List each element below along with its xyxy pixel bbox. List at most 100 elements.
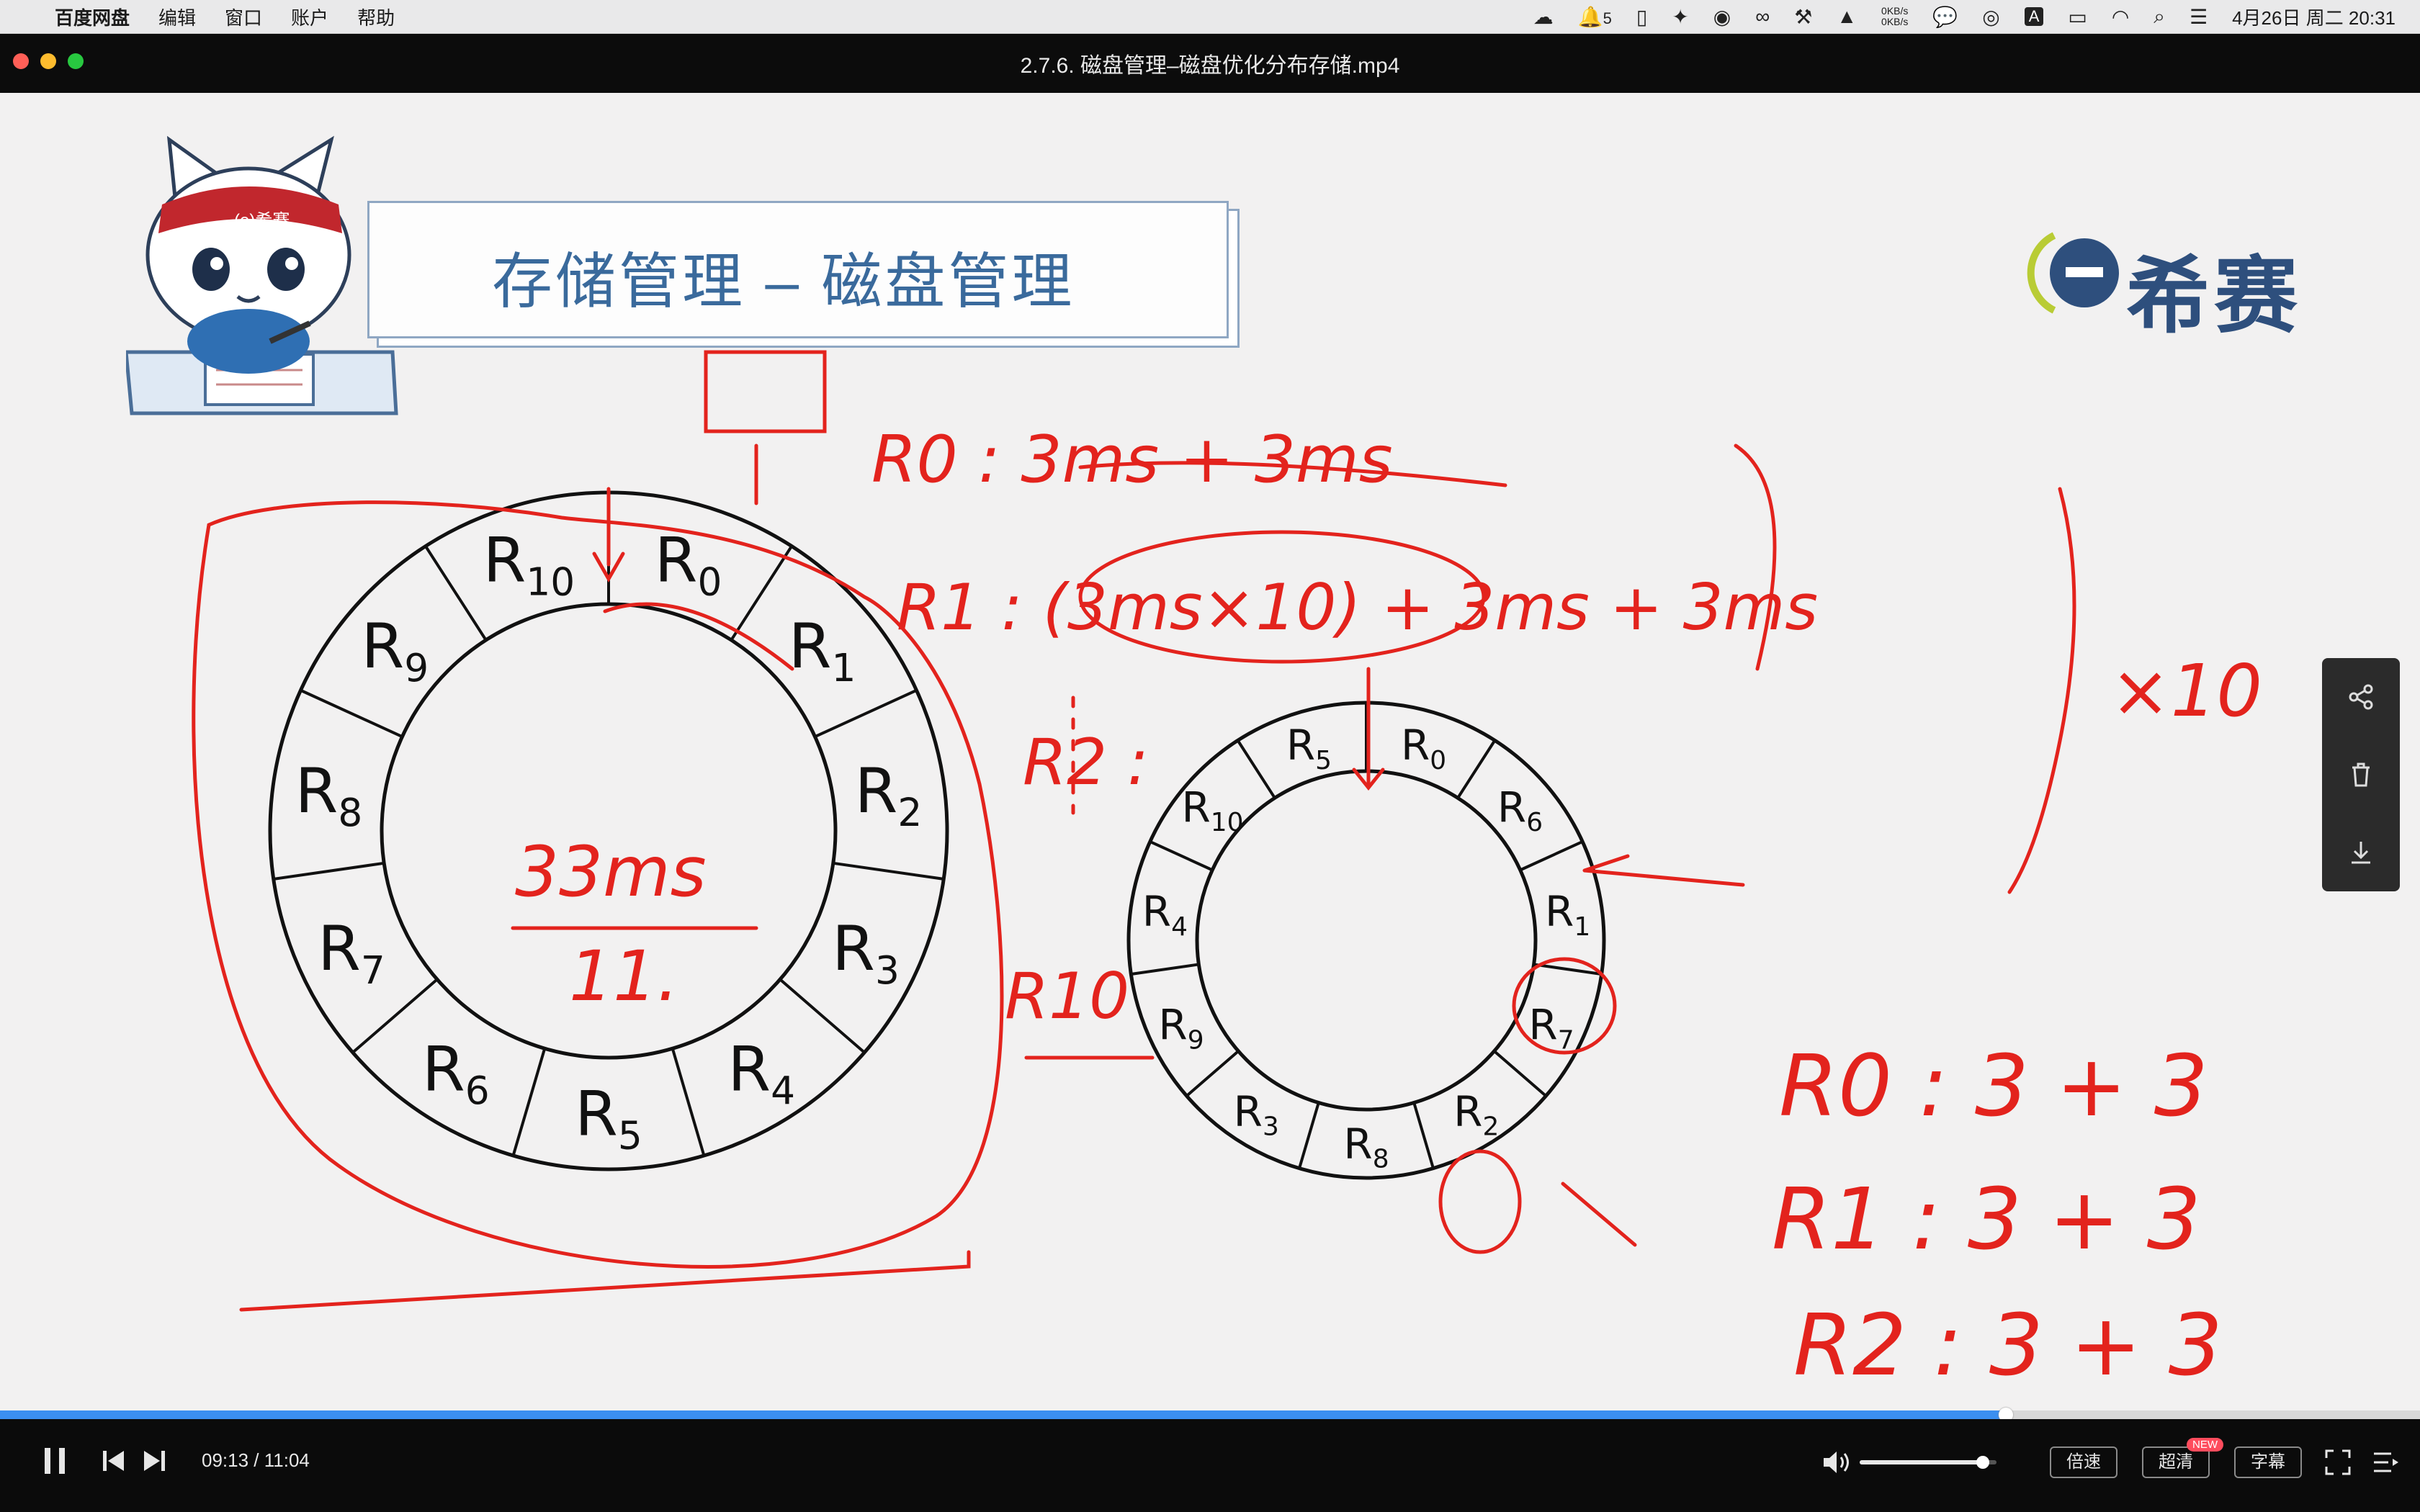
list-r0: R0 : 3 + 3 bbox=[1779, 1036, 2208, 1135]
delete-button[interactable] bbox=[2339, 753, 2383, 796]
large-disk-ring: R0R1R2R3R4R5R6R7R8R9R10 bbox=[268, 490, 949, 1171]
sidebar-icon[interactable]: ▯ bbox=[1636, 5, 1647, 29]
volume-slider[interactable] bbox=[1860, 1456, 1996, 1469]
progress-fill bbox=[0, 1410, 2007, 1419]
small-ring-sector-label: R2 bbox=[1453, 1087, 1499, 1142]
small-ring-sector-label: R5 bbox=[1286, 721, 1332, 775]
large-ring-sector-divider bbox=[273, 861, 385, 881]
notification-count: 5 bbox=[1603, 9, 1612, 27]
large-ring-sector-divider bbox=[300, 688, 403, 738]
small-ring-sector-label: R8 bbox=[1343, 1120, 1389, 1174]
large-ring-sector-divider bbox=[671, 1048, 706, 1156]
share-icon bbox=[2349, 684, 2373, 710]
window-title: 2.7.6. 磁盘管理–磁盘优化分布存储.mp4 bbox=[1020, 54, 1400, 78]
share-button[interactable] bbox=[2339, 675, 2383, 719]
download-button[interactable] bbox=[2339, 831, 2383, 874]
times-ten: ×10 bbox=[2110, 649, 2262, 733]
pin-icon[interactable]: ✦ bbox=[1672, 5, 1688, 29]
large-ring-sector-divider bbox=[730, 545, 793, 642]
large-ring-sector-divider bbox=[511, 1048, 547, 1156]
small-ring-sector-divider bbox=[1149, 840, 1214, 872]
small-ring-inner-circle bbox=[1195, 769, 1538, 1112]
large-ring-sector-label: R8 bbox=[295, 755, 363, 835]
small-ring-sector-divider bbox=[1519, 840, 1584, 872]
large-ring-sector-label: R7 bbox=[318, 913, 385, 993]
small-ring-sector-divider bbox=[1456, 739, 1497, 799]
large-ring-sector-label: R6 bbox=[422, 1033, 490, 1113]
chat-icon[interactable]: 💬 bbox=[1932, 5, 1958, 29]
subtitle-button[interactable]: 字幕 bbox=[2234, 1446, 2302, 1478]
hammer-icon[interactable]: ⚒ bbox=[1794, 5, 1812, 29]
small-ring-sector-label: R10 bbox=[1181, 783, 1243, 837]
maximize-window-button[interactable] bbox=[68, 53, 84, 69]
menu-account[interactable]: 账户 bbox=[291, 4, 328, 30]
circle-r2-small bbox=[1438, 1149, 1522, 1254]
large-ring-sector-divider bbox=[424, 545, 488, 642]
fullscreen-icon[interactable] bbox=[2323, 1448, 2352, 1477]
arrow-down-stroke bbox=[592, 487, 625, 583]
battery-icon[interactable]: ▭ bbox=[2068, 5, 2087, 29]
progress-bar[interactable] bbox=[0, 1408, 2420, 1422]
screen-record-icon[interactable]: ◉ bbox=[1713, 5, 1731, 29]
small-ring-sector-label: R3 bbox=[1234, 1087, 1279, 1142]
side-toolbar bbox=[2322, 658, 2400, 891]
r2-label: R2 : bbox=[1023, 725, 1149, 799]
center-value: 33ms bbox=[515, 832, 707, 912]
small-ring-sector-label: R9 bbox=[1158, 1001, 1204, 1056]
cloud-sync-icon[interactable]: ☁ bbox=[1533, 5, 1554, 29]
small-ring-sector-label: R4 bbox=[1142, 887, 1188, 942]
large-ring-sector-divider bbox=[833, 861, 944, 881]
large-ring-sector-label: R9 bbox=[362, 611, 429, 690]
menu-window[interactable]: 窗口 bbox=[225, 4, 262, 30]
previous-icon[interactable] bbox=[101, 1448, 127, 1474]
large-ring-sector-label: R2 bbox=[855, 755, 923, 835]
small-ring-sector-divider bbox=[1412, 1102, 1435, 1169]
network-speed: 0KB/s 0KB/s bbox=[1881, 5, 1909, 27]
playlist-icon[interactable] bbox=[2371, 1448, 2400, 1477]
arrow-r6-stroke bbox=[1582, 854, 1745, 887]
large-ring-sector-label: R1 bbox=[789, 611, 856, 690]
disk-diagram: R0 R1 R2 R3 R4 R5 R6 R7 R8 R9 R10 R0 R6R1 R7 R2 R8 R3 R9… bbox=[192, 350, 2262, 1395]
r0-formula: R0 : 3ms + 3ms bbox=[871, 422, 1393, 498]
volume-icon[interactable] bbox=[1821, 1448, 1852, 1477]
playback-time: 09:13 / 11:04 bbox=[202, 1449, 310, 1471]
minimize-window-button[interactable] bbox=[40, 53, 56, 69]
large-ring-sector-label: R5 bbox=[575, 1079, 642, 1158]
speed-button[interactable]: 倍速 bbox=[2050, 1446, 2118, 1478]
window-title-bar: 2.7.6. 磁盘管理–磁盘优化分布存储.mp4 bbox=[0, 34, 2420, 93]
small-ring-sector-label: R1 bbox=[1545, 887, 1590, 942]
large-ring-sector-label: R3 bbox=[832, 913, 900, 993]
large-ring-sector-label: R10 bbox=[483, 524, 575, 604]
app-menu[interactable]: 百度网盘 bbox=[55, 4, 130, 30]
menu-clock[interactable]: 4月26日 周二 20:31 bbox=[2232, 4, 2396, 30]
download-icon bbox=[2352, 842, 2370, 864]
search-icon[interactable]: ⌕ bbox=[2154, 5, 2165, 29]
wechat-icon[interactable]: ◎ bbox=[1982, 5, 1999, 29]
wifi-icon[interactable]: ◠ bbox=[2112, 5, 2129, 29]
center-divisor: 11. bbox=[569, 936, 679, 1017]
small-ring-sector-divider bbox=[1236, 739, 1276, 799]
notification-icon[interactable]: 🔔5 bbox=[1578, 5, 1612, 29]
trash-icon bbox=[2352, 762, 2370, 787]
control-center-icon[interactable]: ☰ bbox=[2190, 5, 2208, 29]
menu-bar: 百度网盘 编辑 窗口 账户 帮助 ☁ 🔔5 ▯ ✦ ◉ ∞ ⚒ ▲ 0KB/s 0… bbox=[0, 0, 2420, 34]
video-frame[interactable]: (e)希赛 存储管理 – 磁盘管理 希赛 R0 R1 R2 R3 R4 R5 R6 R7 R8 R… bbox=[0, 93, 2420, 1410]
sketch-box-stroke bbox=[704, 350, 827, 433]
next-icon[interactable] bbox=[141, 1448, 167, 1474]
cat-icon[interactable]: ▲ bbox=[1837, 5, 1857, 28]
arc-arrow-stroke bbox=[603, 602, 794, 671]
menu-help[interactable]: 帮助 bbox=[357, 4, 395, 30]
small-ring-outer-circle bbox=[1126, 701, 1606, 1180]
large-ring-sector-label: R4 bbox=[727, 1033, 795, 1113]
slash-r2-stroke bbox=[1561, 1182, 1637, 1247]
creative-cloud-icon[interactable]: ∞ bbox=[1755, 5, 1770, 28]
menu-edit[interactable]: 编辑 bbox=[158, 4, 196, 30]
volume-handle[interactable] bbox=[1976, 1456, 1989, 1469]
large-ring-sector-divider bbox=[814, 688, 918, 738]
close-window-button[interactable] bbox=[13, 53, 29, 69]
small-ring-sector-label: R7 bbox=[1528, 1001, 1574, 1056]
pause-icon[interactable] bbox=[40, 1445, 69, 1477]
player-controls: 09:13 / 11:04 倍速 超清 NEW 字幕 bbox=[0, 1419, 2420, 1512]
small-ring-sector-divider bbox=[1131, 963, 1199, 976]
input-method-icon[interactable]: A bbox=[2024, 7, 2044, 26]
